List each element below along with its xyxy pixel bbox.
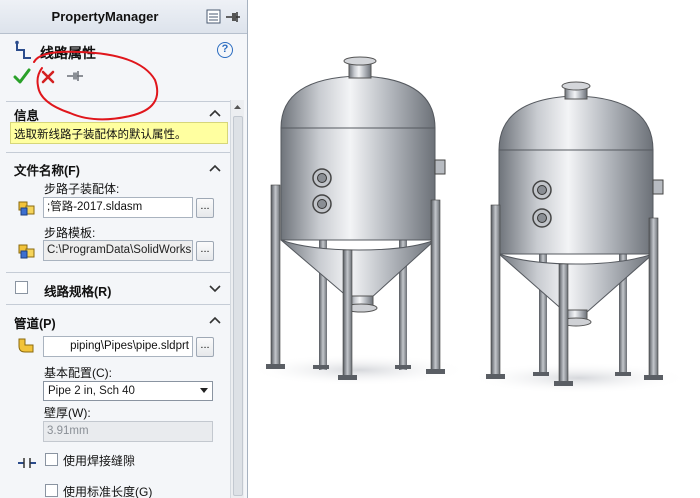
chevron-up-icon[interactable] <box>208 315 222 325</box>
dropdown-arrow-icon <box>200 388 208 393</box>
separator <box>6 272 230 273</box>
assembly-label: 步路子装配体: <box>44 182 120 196</box>
panel-title: PropertyManager <box>51 9 159 24</box>
chevron-down-icon[interactable] <box>208 283 222 293</box>
feature-title: 线路属性 <box>40 45 96 61</box>
panel-pin-icon[interactable] <box>206 9 242 25</box>
pipe-icon <box>18 338 34 353</box>
pipe-file-field[interactable]: piping\Pipes\pipe.sldprt <box>43 336 193 357</box>
std-length-label: 使用标准长度(G) <box>63 485 153 498</box>
pipe-config-value: Pipe 2 in, Sch 40 <box>48 385 135 397</box>
chevron-up-icon[interactable] <box>208 108 222 118</box>
weld-gap-checkbox[interactable] <box>45 453 58 466</box>
vessel-left[interactable] <box>249 56 469 386</box>
wall-thickness-field: 3.91mm <box>43 421 213 442</box>
scroll-up-arrow-icon[interactable] <box>231 100 244 114</box>
weld-gap-label: 使用焊接缝隙 <box>63 454 136 468</box>
help-icon[interactable]: ? <box>217 42 233 58</box>
ok-button[interactable] <box>13 67 31 85</box>
separator <box>6 101 230 102</box>
panel-scrollbar[interactable] <box>230 100 244 498</box>
cancel-button[interactable] <box>40 69 56 85</box>
pipe-section-title[interactable]: 管道(P) <box>14 313 56 332</box>
assembly-filename-field[interactable]: ;管路-2017.sldasm <box>43 197 193 218</box>
property-manager-panel: PropertyManager 线路属性 ? 信息 选取新线路子装配体的默认属性… <box>0 0 248 498</box>
chevron-up-icon[interactable] <box>208 163 222 173</box>
route-spec-section-title[interactable]: 线路规格(R) <box>44 281 111 300</box>
pressure-vessels-model[interactable] <box>249 0 700 498</box>
vessel-right[interactable] <box>469 81 689 394</box>
template-browse-button[interactable]: ... <box>196 241 214 261</box>
pipe-config-dropdown[interactable]: Pipe 2 in, Sch 40 <box>43 381 213 401</box>
config-label: 基本配置(C): <box>44 366 112 380</box>
assembly-browse-button[interactable]: ... <box>196 198 214 218</box>
feature-header <box>0 34 247 96</box>
template-path-field[interactable]: C:\ProgramData\SolidWorks <box>43 240 193 261</box>
wall-thickness-label: 壁厚(W): <box>44 406 91 420</box>
pipe-browse-button[interactable]: ... <box>196 337 214 357</box>
separator <box>6 304 230 305</box>
graphics-viewport[interactable] <box>249 0 700 498</box>
pushpin-button[interactable] <box>66 69 84 83</box>
assembly-icon <box>18 201 35 216</box>
route-spec-checkbox[interactable] <box>15 281 28 294</box>
scrollbar-thumb[interactable] <box>233 116 243 496</box>
property-manager-titlebar: PropertyManager <box>0 0 247 34</box>
info-message: 选取新线路子装配体的默认属性。 <box>10 122 228 144</box>
std-length-checkbox[interactable] <box>45 484 58 497</box>
route-icon <box>15 40 31 59</box>
separator <box>6 152 230 153</box>
template-label: 步路模板: <box>44 226 96 240</box>
weld-gap-icon <box>18 458 36 468</box>
file-section-title[interactable]: 文件名称(F) <box>14 160 80 179</box>
template-icon <box>18 244 35 259</box>
